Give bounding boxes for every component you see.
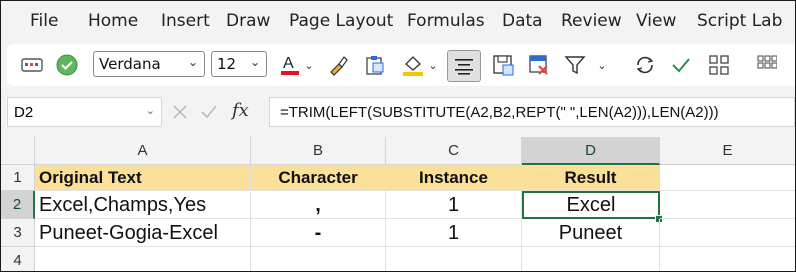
align-center-icon[interactable] [447, 50, 481, 82]
row-header-2[interactable]: 2 [1, 191, 35, 219]
chevron-down-icon: ⌄ [187, 55, 198, 69]
cell-e4[interactable] [660, 247, 795, 271]
font-color-dropdown-icon[interactable]: ⌄ [303, 52, 315, 78]
select-all-corner[interactable] [1, 137, 35, 165]
grid-icon[interactable] [705, 52, 733, 78]
menu-view[interactable]: View [636, 11, 676, 31]
cell-c3[interactable]: 1 [386, 219, 522, 247]
menu-data[interactable]: Data [502, 11, 543, 31]
font-color-icon[interactable]: A [277, 52, 303, 78]
fill-color-dropdown-icon[interactable]: ⌄ [427, 52, 439, 78]
formula-input[interactable]: =TRIM(LEFT(SUBSTITUTE(A2,B2,REPT(" ",LEN… [269, 97, 795, 127]
cancel-icon[interactable] [172, 104, 188, 120]
keyboard-icon[interactable] [19, 52, 45, 78]
menu-file[interactable]: File [30, 11, 58, 31]
svg-text:A: A [283, 55, 294, 72]
overflow-grid-icon[interactable] [753, 52, 781, 78]
cell-b1[interactable]: Character [251, 165, 386, 191]
name-box-value: D2 [14, 104, 34, 121]
menu-page-layout[interactable]: Page Layout [289, 11, 393, 31]
cell-c1[interactable]: Instance [386, 165, 522, 191]
chevron-down-icon: ⌄ [145, 105, 155, 117]
fill-color-icon[interactable] [399, 52, 427, 78]
cell-b2[interactable]: , [251, 191, 386, 219]
cell-b4[interactable] [251, 247, 386, 271]
enter-check-icon[interactable] [200, 104, 218, 120]
column-header-c[interactable]: C [386, 137, 522, 165]
cell-d2[interactable]: Excel [522, 191, 660, 219]
worksheet-grid: A B C D E 1 2 3 4 Original Text Characte… [1, 137, 795, 271]
formula-bar: D2 ⌄ fx =TRIM(LEFT(SUBSTITUTE(A2,B2,REPT… [1, 95, 795, 129]
cell-c4[interactable] [386, 247, 522, 271]
ribbon-toolbar: Verdana ⌄ 12 ⌄ A ⌄ ⌄ ⌄ [7, 44, 795, 86]
menu-home[interactable]: Home [88, 11, 138, 31]
menu-script-lab[interactable]: Script Lab [697, 11, 782, 31]
cell-d1[interactable]: Result [522, 165, 660, 191]
row-header-1[interactable]: 1 [1, 165, 35, 191]
cell-d4[interactable] [522, 247, 660, 271]
save-icon[interactable] [489, 52, 517, 78]
menu-review[interactable]: Review [561, 11, 622, 31]
name-box[interactable]: D2 ⌄ [7, 97, 162, 127]
excel-window: File Home Insert Draw Page Layout Formul… [0, 0, 796, 272]
font-size-value: 12 [217, 55, 237, 73]
column-header-e[interactable]: E [660, 137, 795, 165]
cell-e3[interactable] [660, 219, 795, 247]
menu-formulas[interactable]: Formulas [407, 11, 485, 31]
row-header-4[interactable]: 4 [1, 247, 35, 271]
clipboard-icon[interactable] [361, 52, 389, 78]
clear-filter-icon[interactable] [525, 52, 553, 78]
cell-a4[interactable] [35, 247, 251, 271]
chevron-down-icon: ⌄ [249, 55, 260, 69]
formula-controls: fx [166, 97, 264, 127]
menu-draw[interactable]: Draw [226, 11, 270, 31]
filter-dropdown-icon[interactable]: ⌄ [595, 52, 609, 78]
format-painter-icon[interactable] [325, 52, 351, 78]
formula-text: =TRIM(LEFT(SUBSTITUTE(A2,B2,REPT(" ",LEN… [280, 104, 719, 121]
font-name-select[interactable]: Verdana ⌄ [93, 51, 205, 77]
filter-icon[interactable] [561, 52, 589, 78]
font-size-select[interactable]: 12 ⌄ [211, 51, 267, 77]
check-icon[interactable] [667, 52, 695, 78]
row-header-3[interactable]: 3 [1, 219, 35, 247]
cell-a2[interactable]: Excel,Champs,Yes [35, 191, 251, 219]
cell-a3[interactable]: Puneet-Gogia-Excel [35, 219, 251, 247]
cell-b3[interactable]: - [251, 219, 386, 247]
cell-a1[interactable]: Original Text [35, 165, 251, 191]
check-circle-icon[interactable] [53, 52, 81, 78]
cell-e2[interactable] [660, 191, 795, 219]
menu-insert[interactable]: Insert [161, 11, 210, 31]
refresh-icon[interactable] [631, 52, 659, 78]
column-header-a[interactable]: A [35, 137, 251, 165]
column-header-b[interactable]: B [251, 137, 386, 165]
cell-e1[interactable] [660, 165, 795, 191]
cell-c2[interactable]: 1 [386, 191, 522, 219]
column-header-d[interactable]: D [522, 137, 660, 165]
insert-function-icon[interactable]: fx [232, 100, 249, 121]
menu-bar: File Home Insert Draw Page Layout Formul… [1, 1, 795, 43]
cell-d3[interactable]: Puneet [522, 219, 660, 247]
font-name-value: Verdana [99, 55, 161, 73]
